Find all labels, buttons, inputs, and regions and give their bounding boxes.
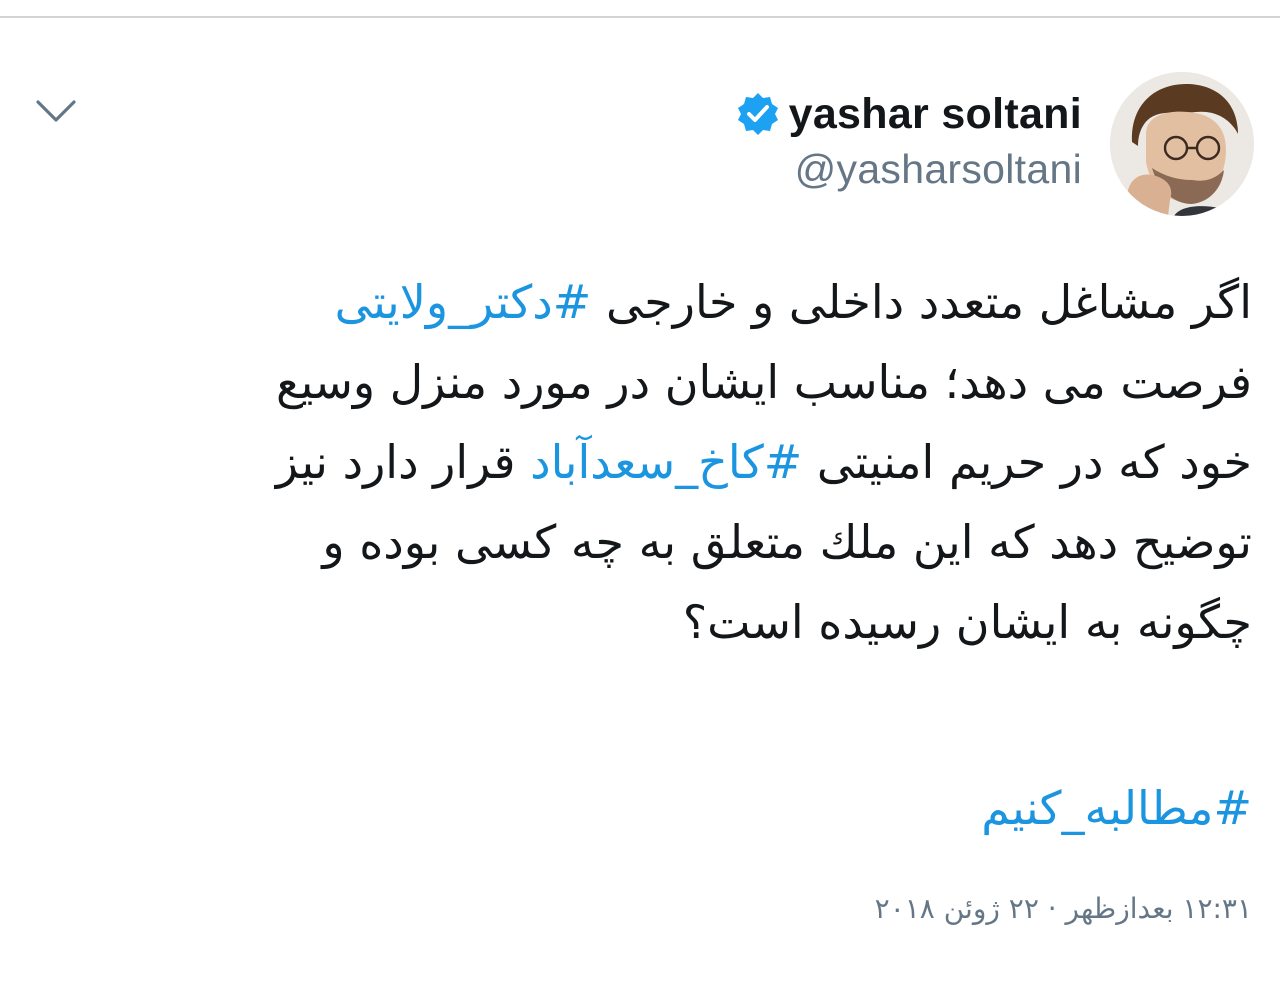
user-handle[interactable]: @yasharsoltani [735, 146, 1082, 193]
hashtag-link[interactable]: #دکتر_ولایتی [335, 275, 592, 329]
tweet-line: اگر مشاغل متعدد داخلی و خارجی #دکتر_ولای… [40, 262, 1252, 342]
tweet-text-segment: قرار دارد نیز [275, 435, 531, 489]
hashtag-link[interactable]: #مطالبه_کنیم [981, 781, 1252, 835]
tweet-text-segment: خود که در حریم امنیتی [802, 435, 1252, 489]
tweet-text-segment: فرصت می دهد؛ مناسب ایشان در مورد منزل وس… [276, 355, 1252, 409]
tweet-line: خود که در حریم امنیتی #کاخ_سعدآباد قرار … [40, 422, 1252, 502]
user-info: yashar soltani @yasharsoltani [735, 84, 1082, 193]
tweet-text-segment: چگونه به ایشان رسیده است؟ [682, 595, 1252, 649]
name-row: yashar soltani [735, 84, 1082, 144]
display-name[interactable]: yashar soltani [789, 90, 1082, 139]
tweet-line: فرصت می دهد؛ مناسب ایشان در مورد منزل وس… [40, 342, 1252, 422]
tweet-text: اگر مشاغل متعدد داخلی و خارجی #دکتر_ولای… [40, 262, 1252, 662]
tweet-text-segment: توضیح دهد که این ملك متعلق به چه کسی بود… [322, 515, 1252, 569]
verified-badge-icon [735, 91, 781, 137]
avatar[interactable] [1110, 72, 1254, 216]
profile-avatar [1110, 72, 1254, 216]
tweet-screen: yashar soltani @yasharsoltani اگر مشاغل … [0, 0, 1280, 981]
top-divider [0, 16, 1280, 18]
chevron-down-icon[interactable] [32, 92, 80, 132]
tweet-text-segment: اگر مشاغل متعدد داخلی و خارجی [591, 275, 1252, 329]
tweet-timestamp[interactable]: ۱۲:۳۱ بعدازظهر · ۲۲ ژوئن ۲۰۱۸ [875, 892, 1252, 925]
footer-hashtag-row: #مطالبه_کنیم [981, 768, 1252, 848]
tweet-line: توضیح دهد که این ملك متعلق به چه کسی بود… [40, 502, 1252, 582]
hashtag-link[interactable]: #کاخ_سعدآباد [530, 435, 802, 489]
tweet-line: چگونه به ایشان رسیده است؟ [40, 582, 1252, 662]
